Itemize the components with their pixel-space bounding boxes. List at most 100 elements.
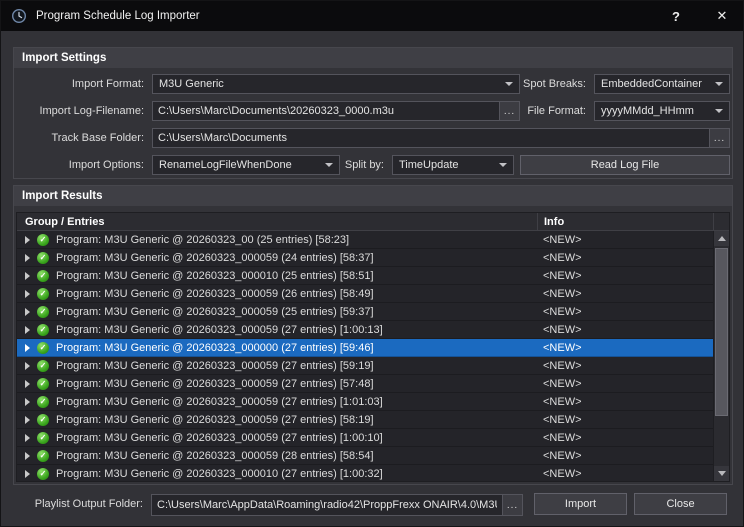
expand-arrow-icon[interactable]	[25, 254, 30, 262]
scrollbar-thumb[interactable]	[715, 248, 728, 416]
table-row[interactable]: ✓ Program: M3U Generic @ 20260323_000059…	[17, 447, 713, 465]
table-row[interactable]: ✓ Program: M3U Generic @ 20260323_000059…	[17, 321, 713, 339]
chevron-down-icon	[505, 82, 513, 86]
import-options-value: RenameLogFileWhenDone	[159, 159, 292, 171]
table-row[interactable]: ✓ Program: M3U Generic @ 20260323_000000…	[17, 339, 713, 357]
split-by-value: TimeUpdate	[399, 159, 459, 171]
row-main-cell: ✓ Program: M3U Generic @ 20260323_000059…	[17, 252, 537, 264]
success-check-icon: ✓	[37, 342, 49, 354]
log-filename-browse-button[interactable]: ...	[500, 101, 520, 121]
expand-arrow-icon[interactable]	[25, 308, 30, 316]
results-table-header: Group / Entries Info	[17, 213, 729, 231]
import-options-select[interactable]: RenameLogFileWhenDone	[152, 155, 340, 175]
row-main-cell: ✓ Program: M3U Generic @ 20260323_000059…	[17, 306, 537, 318]
row-main-cell: ✓ Program: M3U Generic @ 20260323_000059…	[17, 360, 537, 372]
table-row[interactable]: ✓ Program: M3U Generic @ 20260323_000059…	[17, 375, 713, 393]
table-row[interactable]: ✓ Program: M3U Generic @ 20260323_000059…	[17, 429, 713, 447]
expand-arrow-icon[interactable]	[25, 290, 30, 298]
expand-arrow-icon[interactable]	[25, 272, 30, 280]
row-main-cell: ✓ Program: M3U Generic @ 20260323_000059…	[17, 378, 537, 390]
row-text: Program: M3U Generic @ 20260323_000000 (…	[56, 342, 374, 354]
expand-arrow-icon[interactable]	[25, 452, 30, 460]
row-main-cell: ✓ Program: M3U Generic @ 20260323_000059…	[17, 432, 537, 444]
expand-arrow-icon[interactable]	[25, 434, 30, 442]
scroll-up-button[interactable]	[714, 231, 729, 246]
import-settings-header: Import Settings	[14, 48, 732, 68]
table-row[interactable]: ✓ Program: M3U Generic @ 20260323_000059…	[17, 411, 713, 429]
row-info: <NEW>	[537, 468, 713, 480]
expand-arrow-icon[interactable]	[25, 236, 30, 244]
expand-arrow-icon[interactable]	[25, 380, 30, 388]
success-check-icon: ✓	[37, 396, 49, 408]
success-check-icon: ✓	[37, 324, 49, 336]
track-base-folder-label: Track Base Folder:	[14, 132, 152, 144]
success-check-icon: ✓	[37, 378, 49, 390]
table-row[interactable]: ✓ Program: M3U Generic @ 20260323_000010…	[17, 267, 713, 285]
column-header-group-entries[interactable]: Group / Entries	[17, 213, 537, 230]
table-row[interactable]: ✓ Program: M3U Generic @ 20260323_00 (25…	[17, 231, 713, 249]
expand-arrow-icon[interactable]	[25, 470, 30, 478]
log-filename-row: Import Log-Filename: ... File Format: yy…	[14, 101, 730, 121]
spot-breaks-select[interactable]: EmbeddedContainer	[594, 74, 730, 94]
row-main-cell: ✓ Program: M3U Generic @ 20260323_000000…	[17, 342, 537, 354]
expand-arrow-icon[interactable]	[25, 362, 30, 370]
row-main-cell: ✓ Program: M3U Generic @ 20260323_000010…	[17, 270, 537, 282]
table-row[interactable]: ✓ Program: M3U Generic @ 20260323_000010…	[17, 465, 713, 481]
playlist-output-folder-input[interactable]	[151, 494, 503, 516]
row-info: <NEW>	[537, 414, 713, 426]
log-filename-label: Import Log-Filename:	[14, 105, 152, 117]
row-text: Program: M3U Generic @ 20260323_000059 (…	[56, 306, 374, 318]
import-results-header: Import Results	[14, 186, 732, 206]
row-info: <NEW>	[537, 270, 713, 282]
success-check-icon: ✓	[37, 234, 49, 246]
playlist-output-folder-browse-button[interactable]: ...	[503, 494, 523, 516]
help-button[interactable]: ?	[663, 1, 689, 31]
table-row[interactable]: ✓ Program: M3U Generic @ 20260323_000059…	[17, 303, 713, 321]
close-button[interactable]: Close	[634, 493, 727, 515]
import-results-group: Import Results Group / Entries Info ✓ Pr…	[13, 185, 733, 485]
window-title: Program Schedule Log Importer	[36, 10, 200, 22]
read-log-file-button[interactable]: Read Log File	[520, 155, 730, 175]
row-text: Program: M3U Generic @ 20260323_000059 (…	[56, 432, 383, 444]
column-header-info[interactable]: Info	[537, 213, 713, 230]
expand-arrow-icon[interactable]	[25, 416, 30, 424]
table-row[interactable]: ✓ Program: M3U Generic @ 20260323_000059…	[17, 357, 713, 375]
row-text: Program: M3U Generic @ 20260323_000059 (…	[56, 396, 383, 408]
file-format-select[interactable]: yyyyMMdd_HHmm	[594, 101, 730, 121]
import-format-select[interactable]: M3U Generic	[152, 74, 520, 94]
import-settings-group: Import Settings Import Format: M3U Gener…	[13, 47, 733, 179]
log-filename-input[interactable]	[152, 101, 500, 121]
import-button[interactable]: Import	[534, 493, 627, 515]
row-text: Program: M3U Generic @ 20260323_000059 (…	[56, 252, 374, 264]
split-by-select[interactable]: TimeUpdate	[392, 155, 514, 175]
row-main-cell: ✓ Program: M3U Generic @ 20260323_000059…	[17, 288, 537, 300]
column-header-blank	[713, 213, 729, 230]
row-info: <NEW>	[537, 324, 713, 336]
row-main-cell: ✓ Program: M3U Generic @ 20260323_00 (25…	[17, 234, 537, 246]
expand-arrow-icon[interactable]	[25, 344, 30, 352]
import-options-label: Import Options:	[14, 159, 152, 171]
expand-arrow-icon[interactable]	[25, 326, 30, 334]
track-base-folder-browse-button[interactable]: ...	[710, 128, 730, 148]
row-main-cell: ✓ Program: M3U Generic @ 20260323_000059…	[17, 324, 537, 336]
table-row[interactable]: ✓ Program: M3U Generic @ 20260323_000059…	[17, 393, 713, 411]
results-table: Group / Entries Info ✓ Program: M3U Gene…	[16, 212, 730, 482]
row-main-cell: ✓ Program: M3U Generic @ 20260323_000059…	[17, 414, 537, 426]
table-row[interactable]: ✓ Program: M3U Generic @ 20260323_000059…	[17, 285, 713, 303]
chevron-down-icon	[325, 163, 333, 167]
row-info: <NEW>	[537, 378, 713, 390]
vertical-scrollbar[interactable]	[713, 231, 729, 481]
file-format-value: yyyyMMdd_HHmm	[601, 105, 694, 117]
table-row[interactable]: ✓ Program: M3U Generic @ 20260323_000059…	[17, 249, 713, 267]
import-format-row: Import Format: M3U Generic Spot Breaks: …	[14, 74, 730, 94]
close-window-button[interactable]: ✕	[709, 1, 735, 31]
success-check-icon: ✓	[37, 450, 49, 462]
expand-arrow-icon[interactable]	[25, 398, 30, 406]
row-text: Program: M3U Generic @ 20260323_000010 (…	[56, 468, 383, 480]
triangle-up-icon	[718, 236, 726, 241]
import-format-value: M3U Generic	[159, 78, 224, 90]
row-info: <NEW>	[537, 252, 713, 264]
track-base-folder-input[interactable]	[152, 128, 710, 148]
clock-icon	[11, 8, 27, 24]
scroll-down-button[interactable]	[714, 466, 729, 481]
